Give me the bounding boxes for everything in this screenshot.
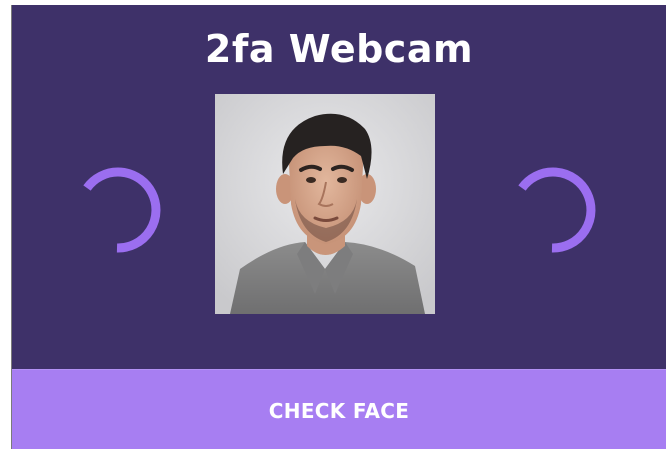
webcam-2fa-panel: 2fa Webcam CHECK FACE [11, 5, 666, 449]
loading-spinner-left-icon [83, 167, 161, 253]
check-face-button[interactable]: CHECK FACE [12, 369, 666, 449]
loading-spinner-right-icon [518, 167, 596, 253]
page-title: 2fa Webcam [204, 27, 474, 71]
face-photo-image [215, 94, 435, 314]
webcam-preview [215, 94, 435, 314]
